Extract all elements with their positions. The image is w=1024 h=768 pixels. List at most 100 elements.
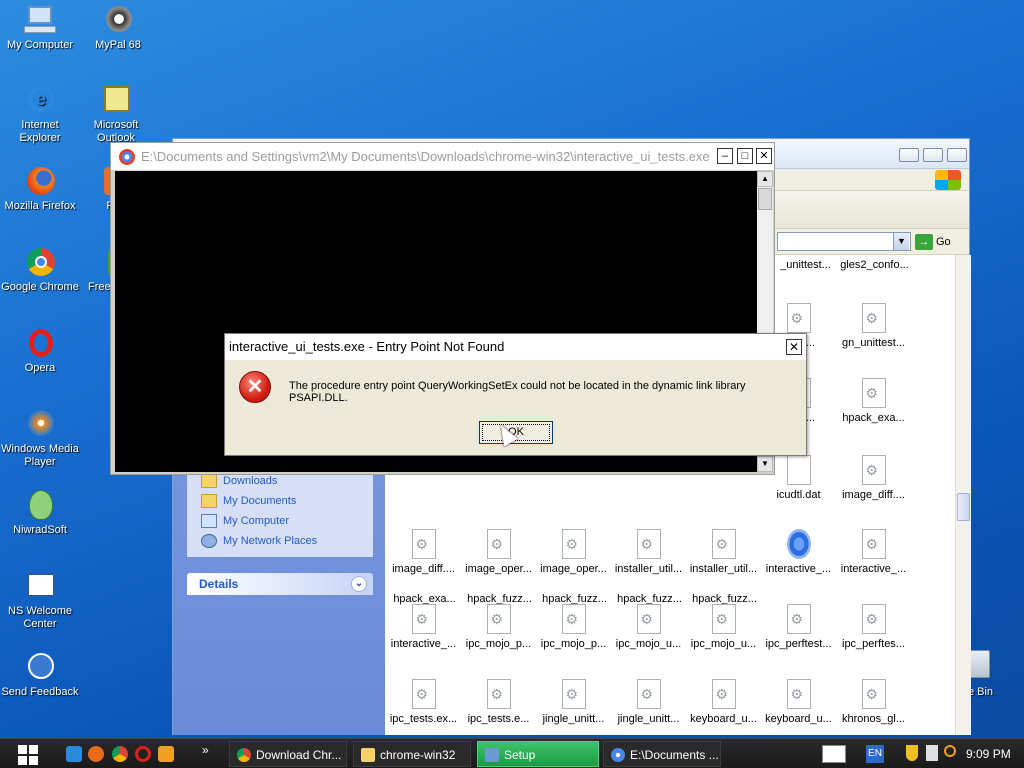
media-player-icon[interactable] — [158, 746, 174, 762]
task-my-network-places[interactable]: My Network Places — [187, 531, 373, 551]
close-button[interactable]: ✕ — [756, 148, 772, 164]
file-item[interactable]: ipc_mojo_p... — [461, 604, 536, 650]
file-item[interactable]: image_oper... — [461, 529, 536, 575]
desktop-icon-firefox[interactable]: Mozilla Firefox — [0, 165, 80, 213]
scroll-down-arrow-icon[interactable]: ▼ — [757, 456, 773, 472]
show-desktop-icon[interactable] — [822, 745, 846, 763]
file-icon — [786, 455, 811, 485]
minimize-button[interactable]: – — [717, 148, 733, 164]
file-item[interactable]: khronos_gl... — [836, 679, 911, 725]
dialog-message: The procedure entry point QueryWorkingSe… — [289, 380, 746, 404]
file-item[interactable]: gn_unittest... — [836, 303, 911, 349]
file-item[interactable]: ipc_perftest... — [761, 604, 836, 650]
file-item[interactable]: hpack_exa... — [836, 378, 911, 424]
folder-icon — [201, 494, 217, 508]
file-item[interactable]: gles2_confo... — [837, 259, 912, 271]
file-item[interactable]: jingle_unitt... — [536, 679, 611, 725]
quicklaunch-overflow-chevron[interactable]: » — [202, 743, 209, 757]
go-button[interactable]: → Go — [915, 232, 959, 252]
executable-icon — [711, 604, 736, 634]
details-panel-header[interactable]: Details ⌄ — [187, 573, 373, 595]
file-item[interactable]: interactive_... — [386, 604, 461, 650]
file-item[interactable]: ipc_perftes... — [836, 604, 911, 650]
security-shield-icon[interactable] — [906, 745, 918, 761]
desktop-icon-windows-media-player[interactable]: Windows Media Player — [0, 408, 80, 469]
desktop-icon-microsoft-outlook[interactable]: Microsoft Outlook — [76, 84, 156, 145]
task-my-computer[interactable]: My Computer — [187, 511, 373, 531]
task-my-documents[interactable]: My Documents — [187, 491, 373, 511]
desktop-icon-google-chrome[interactable]: Google Chrome — [0, 246, 80, 294]
taskbar-item-download-chrome[interactable]: Download Chr... — [229, 741, 347, 767]
executable-icon — [636, 604, 661, 634]
dialog-title[interactable]: interactive_ui_tests.exe - Entry Point N… — [225, 334, 806, 360]
taskbar-item-label: Download Chr... — [256, 748, 342, 762]
chrome-icon[interactable] — [112, 746, 128, 762]
opera-icon[interactable] — [135, 746, 151, 762]
file-item[interactable]: ipc_tests.ex... — [386, 679, 461, 725]
scrollbar-thumb[interactable] — [758, 188, 772, 210]
desktop-icon-opera[interactable]: Opera — [0, 327, 80, 375]
chevron-down-icon[interactable]: ⌄ — [351, 576, 367, 592]
file-item[interactable]: keyboard_u... — [686, 679, 761, 725]
address-dropdown-button[interactable]: ▼ — [893, 233, 909, 250]
file-item[interactable]: installer_util... — [686, 529, 761, 575]
scroll-up-arrow-icon[interactable]: ▲ — [757, 171, 773, 187]
scrollbar-thumb[interactable] — [957, 493, 970, 521]
file-item[interactable]: image_diff.... — [836, 455, 911, 501]
taskbar-item-setup[interactable]: Setup — [477, 741, 599, 767]
file-label: image_oper... — [540, 563, 607, 575]
file-item[interactable]: interactive_... — [836, 529, 911, 575]
executable-icon — [561, 529, 586, 559]
file-label: interactive_... — [390, 638, 457, 650]
close-button[interactable] — [947, 148, 967, 162]
desktop-icon-label: Internet Explorer — [19, 119, 61, 144]
search-icon[interactable] — [944, 745, 956, 757]
file-item[interactable]: ipc_mojo_u... — [686, 604, 761, 650]
desktop-icon-ns-welcome-center[interactable]: NS Welcome Center — [0, 570, 80, 631]
windows-flag-icon — [935, 170, 961, 190]
notification-flag-icon[interactable] — [926, 745, 938, 761]
internet-explorer-icon[interactable] — [66, 746, 82, 762]
taskbar-item-chrome-win32[interactable]: chrome-win32 — [353, 741, 471, 767]
desktop-icon-my-computer[interactable]: My Computer — [0, 4, 80, 52]
vertical-scrollbar[interactable] — [955, 255, 971, 735]
start-button[interactable] — [18, 745, 38, 765]
file-label: ipc_perftest... — [765, 638, 832, 650]
maximize-button[interactable]: □ — [737, 148, 753, 164]
maximize-button[interactable] — [923, 148, 943, 162]
executable-icon — [786, 679, 811, 709]
firefox-icon[interactable] — [88, 746, 104, 762]
executable-icon — [486, 679, 511, 709]
go-label: Go — [936, 236, 951, 248]
ok-button[interactable]: OK — [479, 421, 553, 444]
file-item[interactable]: keyboard_u... — [761, 679, 836, 725]
console-titlebar[interactable]: E:\Documents and Settings\vm2\My Documen… — [111, 143, 774, 170]
desktop-icon-mypal[interactable]: MyPal 68 — [78, 4, 158, 52]
file-item[interactable]: ipc_tests.e... — [461, 679, 536, 725]
desktop-icon-send-feedback[interactable]: Send Feedback — [0, 651, 80, 699]
desktop-icon-internet-explorer[interactable]: e Internet Explorer — [0, 84, 80, 145]
other-places-panel: Downloads My Documents My Computer My Ne… — [187, 465, 373, 555]
clock[interactable]: 9:09 PM — [966, 745, 1011, 763]
network-icon — [201, 534, 217, 548]
address-input[interactable] — [777, 232, 911, 251]
file-label: ipc_perftes... — [842, 638, 905, 650]
dialog-close-button[interactable]: ✕ — [786, 339, 802, 355]
chrome-icon — [611, 748, 625, 762]
file-item[interactable]: interactive_... — [761, 529, 836, 575]
language-indicator[interactable]: EN — [866, 745, 884, 763]
file-label: image_oper... — [465, 563, 532, 575]
taskbar-item-documents[interactable]: E:\Documents ... — [603, 741, 721, 767]
file-item[interactable]: jingle_unitt... — [611, 679, 686, 725]
file-item[interactable]: image_diff.... — [386, 529, 461, 575]
executable-icon — [711, 529, 736, 559]
executable-icon — [561, 604, 586, 634]
minimize-button[interactable] — [899, 148, 919, 162]
file-item[interactable]: ipc_mojo_p... — [536, 604, 611, 650]
file-item[interactable]: installer_util... — [611, 529, 686, 575]
desktop-icon-niwradsoft[interactable]: NiwradSoft — [0, 489, 80, 537]
details-label: Details — [199, 577, 239, 591]
file-item[interactable]: image_oper... — [536, 529, 611, 575]
file-item[interactable]: _unittest... — [768, 259, 843, 271]
file-item[interactable]: ipc_mojo_u... — [611, 604, 686, 650]
